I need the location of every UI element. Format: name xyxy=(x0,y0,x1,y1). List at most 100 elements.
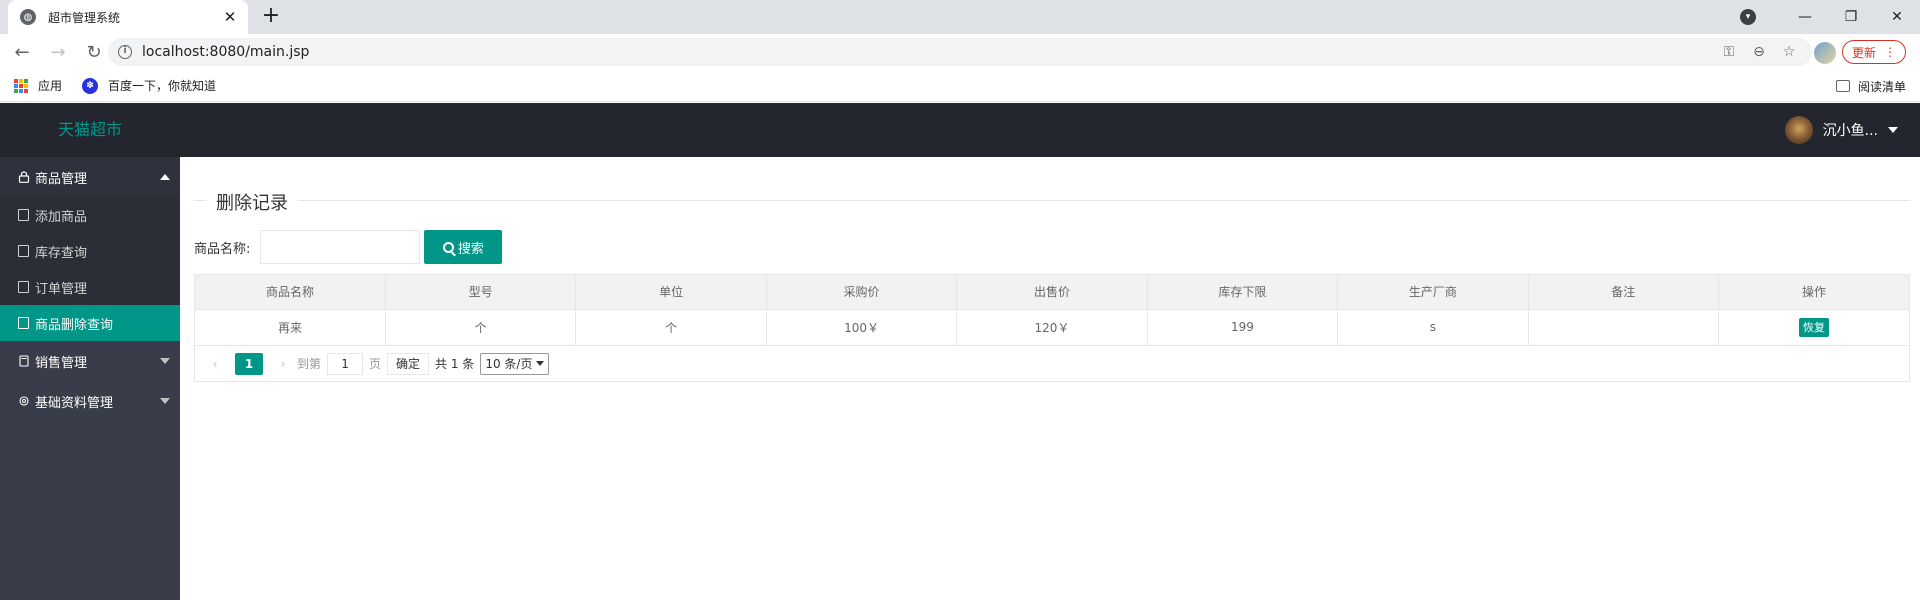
sidebar-item-label: 库存查询 xyxy=(35,245,88,261)
lock-bag-icon xyxy=(18,171,30,183)
table-row: 再来 个 个 100￥ 120￥ 199 s 恢复 xyxy=(195,309,1909,345)
chevron-down-icon xyxy=(160,398,170,404)
table-header-row: 商品名称 型号 单位 采购价 出售价 库存下限 生产厂商 备注 操作 xyxy=(195,275,1909,310)
column-header: 采购价 xyxy=(766,275,958,310)
app-header: 天猫超市 沉小鱼... xyxy=(0,103,1920,157)
search-input[interactable] xyxy=(260,230,421,264)
minimize-button[interactable]: — xyxy=(1782,0,1828,34)
new-tab-button[interactable]: + xyxy=(258,4,284,30)
sidebar-item-label: 订单管理 xyxy=(35,281,88,297)
restore-button[interactable]: 恢复 xyxy=(1799,317,1829,337)
nav-group-label: 商品管理 xyxy=(35,171,88,187)
cell-sale-price: 120￥ xyxy=(956,309,1148,345)
site-info-icon[interactable]: i xyxy=(118,45,132,59)
column-header: 单位 xyxy=(575,275,767,310)
image-icon xyxy=(18,317,29,329)
nav-group-label: 销售管理 xyxy=(35,355,88,371)
cell-maker: s xyxy=(1337,309,1529,345)
page-unit-label: 页 xyxy=(369,357,382,371)
pagination: ‹ 1 › 到第 1 页 确定 共 1 条 10 条/页 xyxy=(195,345,1909,381)
sidebar-item-add-goods[interactable]: 添加商品 xyxy=(0,197,180,233)
search-label: 商品名称: xyxy=(194,241,251,257)
cell-unit: 个 xyxy=(575,309,767,345)
star-icon[interactable]: ☆ xyxy=(1774,44,1804,60)
cell-note xyxy=(1528,309,1720,345)
nav-group-goods[interactable]: 商品管理 xyxy=(0,157,180,197)
bookmark-baidu[interactable]: ✽ 百度一下，你就知道 xyxy=(76,77,216,94)
back-button[interactable]: ← xyxy=(8,38,36,66)
address-bar[interactable]: i localhost:8080/main.jsp ⚿ ⊖ ☆ xyxy=(108,38,1812,66)
sidebar-item-deleted-goods[interactable]: 商品删除查询 xyxy=(0,305,180,341)
prev-page-icon[interactable]: ‹ xyxy=(207,357,223,371)
app-logo[interactable]: 天猫超市 xyxy=(58,103,122,157)
window-controls: ▾ — ❐ ✕ xyxy=(1740,0,1920,34)
reading-list-icon xyxy=(1835,80,1850,92)
nav-group-basics[interactable]: 基础资料管理 xyxy=(0,381,180,421)
nav-group-label: 基础资料管理 xyxy=(35,395,114,411)
bookmark-baidu-label: 百度一下，你就知道 xyxy=(108,79,217,93)
reload-button[interactable]: ↻ xyxy=(80,38,108,66)
page-size-select[interactable]: 10 条/页 xyxy=(480,352,550,375)
chevron-down-icon xyxy=(160,358,170,364)
gear-icon xyxy=(19,396,29,406)
search-button[interactable]: 搜索 xyxy=(424,230,503,264)
forward-button[interactable]: → xyxy=(44,38,72,66)
main-content: 删除记录 商品名称: 搜索 商品名称 型号 单位 采购价 出售价 库存下限 生产… xyxy=(180,157,1920,600)
nav-sublist-goods: 添加商品 库存查询 订单管理 商品删除查询 xyxy=(0,197,180,341)
calculator-icon xyxy=(19,355,29,367)
more-menu-icon: ⋮ xyxy=(1884,45,1896,59)
close-tab-icon[interactable]: ✕ xyxy=(222,8,238,26)
restore-button[interactable]: ❐ xyxy=(1828,0,1874,34)
legend-divider xyxy=(194,200,1910,201)
user-menu[interactable]: 沉小鱼... xyxy=(1784,103,1898,157)
page-title: 删除记录 xyxy=(206,189,298,215)
bookmarks-bar: 应用 ✽ 百度一下，你就知道 阅读清单 xyxy=(0,70,1920,102)
column-header: 备注 xyxy=(1528,275,1720,310)
next-page-icon[interactable]: › xyxy=(275,357,291,371)
goto-label: 到第 xyxy=(297,357,322,371)
column-header: 型号 xyxy=(385,275,577,310)
cell-model: 个 xyxy=(385,309,577,345)
current-page[interactable]: 1 xyxy=(235,352,263,375)
data-table: 商品名称 型号 单位 采购价 出售价 库存下限 生产厂商 备注 操作 再来 个 … xyxy=(194,274,1910,382)
globe-icon: ◍ xyxy=(20,9,36,25)
close-window-button[interactable]: ✕ xyxy=(1874,0,1920,34)
chevron-down-icon xyxy=(536,361,545,366)
goto-confirm-button[interactable]: 确定 xyxy=(387,352,430,375)
browser-tab[interactable]: ◍ 超市管理系统 ✕ xyxy=(8,0,248,34)
goto-page-input[interactable]: 1 xyxy=(327,352,364,375)
bookmark-apps-label: 应用 xyxy=(38,79,63,93)
reading-list[interactable]: 阅读清单 xyxy=(1835,70,1906,102)
tab-title: 超市管理系统 xyxy=(48,10,121,25)
profile-avatar[interactable] xyxy=(1814,42,1836,64)
update-label: 更新 xyxy=(1851,45,1876,60)
sidebar: 商品管理 添加商品 库存查询 订单管理 商品删除查询 销售管理 基础资料管理 xyxy=(0,157,180,600)
column-header: 出售价 xyxy=(956,275,1148,310)
total-count: 共 1 条 xyxy=(435,357,475,371)
url-text[interactable]: localhost:8080/main.jsp xyxy=(142,44,1714,60)
column-header: 操作 xyxy=(1718,275,1909,310)
bookmark-apps[interactable]: 应用 xyxy=(14,77,62,94)
column-header: 生产厂商 xyxy=(1337,275,1529,310)
key-icon[interactable]: ⚿ xyxy=(1714,44,1744,60)
caret-down-icon xyxy=(1888,127,1898,133)
update-button[interactable]: 更新 ⋮ xyxy=(1842,40,1906,64)
document-icon xyxy=(18,209,29,221)
column-header: 商品名称 xyxy=(195,275,386,310)
cell-stock-min: 199 xyxy=(1147,309,1339,345)
reading-list-label: 阅读清单 xyxy=(1857,79,1906,94)
apps-grid-icon xyxy=(14,78,28,93)
sidebar-item-orders[interactable]: 订单管理 xyxy=(0,269,180,305)
sidebar-item-label: 添加商品 xyxy=(35,209,88,225)
search-form: 商品名称: 搜索 xyxy=(194,230,503,264)
nav-group-sales[interactable]: 销售管理 xyxy=(0,341,180,381)
column-header: 库存下限 xyxy=(1147,275,1339,310)
tab-search-icon[interactable]: ▾ xyxy=(1740,9,1756,25)
document-icon xyxy=(18,245,29,257)
page-size-value: 10 条/页 xyxy=(485,357,533,371)
zoom-icon[interactable]: ⊖ xyxy=(1744,44,1774,60)
cell-purchase-price: 100￥ xyxy=(766,309,958,345)
cell-name: 再来 xyxy=(195,309,386,345)
sidebar-item-stock-query[interactable]: 库存查询 xyxy=(0,233,180,269)
chevron-up-icon xyxy=(160,174,170,180)
